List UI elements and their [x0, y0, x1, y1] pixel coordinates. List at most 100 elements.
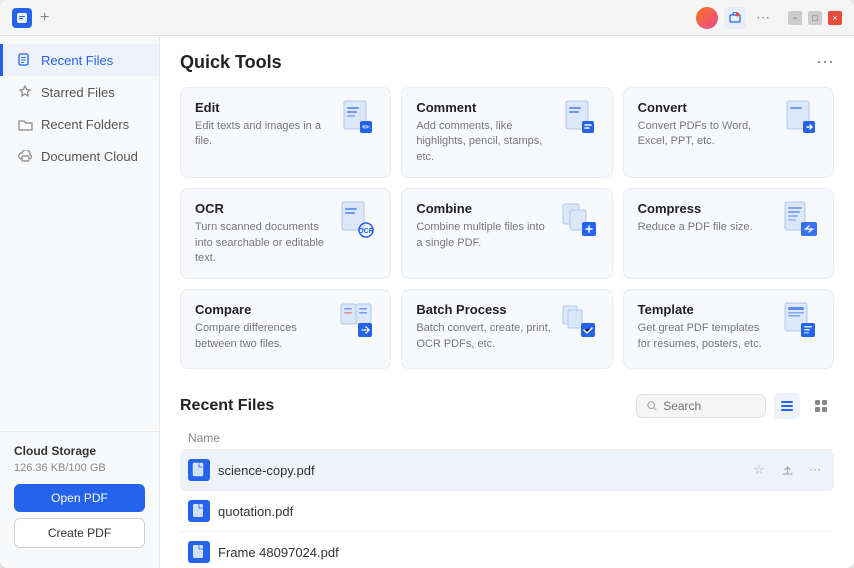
file-icon	[188, 541, 210, 563]
window-controls: − □ ×	[788, 11, 842, 25]
tool-ocr-name: OCR	[195, 201, 332, 216]
tool-edit-icon: ✏	[340, 100, 376, 136]
recent-files-icon	[17, 52, 33, 68]
open-pdf-button[interactable]: Open PDF	[14, 484, 145, 512]
list-view-button[interactable]	[774, 393, 800, 419]
tool-comment[interactable]: Comment Add comments, like highlights, p…	[401, 87, 612, 178]
tool-batch-process[interactable]: Batch Process Batch convert, create, pri…	[401, 289, 612, 369]
tool-compress-name: Compress	[638, 201, 775, 216]
file-name: Frame 48097024.pdf	[218, 545, 826, 560]
file-icon	[188, 459, 210, 481]
tool-comment-desc: Add comments, like highlights, pencil, s…	[416, 119, 553, 165]
svg-text:✏: ✏	[363, 122, 371, 132]
tool-ocr-desc: Turn scanned documents into searchable o…	[195, 220, 332, 266]
upload-file-button[interactable]	[776, 459, 798, 481]
grid-view-button[interactable]	[808, 393, 834, 419]
tool-compare-info: Compare Compare differences between two …	[195, 302, 332, 352]
table-row[interactable]: quotation.pdf	[180, 491, 834, 532]
file-actions: ☆ ⋯	[748, 459, 826, 481]
notification-icon[interactable]	[724, 7, 746, 29]
tool-ocr-icon: OCR	[340, 201, 376, 237]
main-layout: Recent Files Starred Files Recent Folder…	[0, 36, 854, 568]
content-area: Quick Tools ⋯ Edit Edit texts and images…	[160, 36, 854, 568]
quick-tools-more-button[interactable]: ⋯	[816, 52, 834, 73]
tool-convert-desc: Convert PDFs to Word, Excel, PPT, etc.	[638, 119, 775, 150]
maximize-button[interactable]: □	[808, 11, 822, 25]
tool-edit-info: Edit Edit texts and images in a file.	[195, 100, 332, 150]
search-box[interactable]	[636, 394, 766, 418]
sidebar-item-starred-files-label: Starred Files	[41, 85, 115, 100]
create-pdf-button[interactable]: Create PDF	[14, 518, 145, 548]
recent-files-header: Recent Files	[180, 393, 834, 419]
sidebar-item-document-cloud-label: Document Cloud	[41, 149, 138, 164]
sidebar-item-starred-files[interactable]: Starred Files	[0, 76, 159, 108]
tool-comment-name: Comment	[416, 100, 553, 115]
close-button[interactable]: ×	[828, 11, 842, 25]
tool-ocr-info: OCR Turn scanned documents into searchab…	[195, 201, 332, 266]
titlebar-menu-button[interactable]: ⋯	[752, 9, 774, 26]
recent-folders-icon	[17, 116, 33, 132]
tool-comment-info: Comment Add comments, like highlights, p…	[416, 100, 553, 165]
tool-template[interactable]: Template Get great PDF templates for res…	[623, 289, 834, 369]
sidebar: Recent Files Starred Files Recent Folder…	[0, 36, 160, 568]
titlebar-right: ⋯ − □ ×	[696, 7, 842, 29]
tool-compare[interactable]: Compare Compare differences between two …	[180, 289, 391, 369]
tool-template-info: Template Get great PDF templates for res…	[638, 302, 775, 352]
tool-compress[interactable]: Compress Reduce a PDF file size.	[623, 188, 834, 279]
quick-tools-header: Quick Tools ⋯	[180, 52, 834, 73]
files-column-header: Name	[180, 427, 834, 450]
sidebar-item-recent-folders[interactable]: Recent Folders	[0, 108, 159, 140]
sidebar-item-recent-files-label: Recent Files	[41, 53, 113, 68]
titlebar-left: +	[12, 8, 696, 28]
tool-combine-name: Combine	[416, 201, 553, 216]
tools-grid: Edit Edit texts and images in a file. ✏ …	[180, 87, 834, 369]
tool-batch-process-icon	[562, 302, 598, 338]
file-icon	[188, 500, 210, 522]
svg-text:OCR: OCR	[359, 228, 375, 235]
tool-template-icon	[783, 302, 819, 338]
tool-compare-icon	[340, 302, 376, 338]
table-row[interactable]: science-copy.pdf ☆ ⋯	[180, 450, 834, 491]
tool-ocr[interactable]: OCR Turn scanned documents into searchab…	[180, 188, 391, 279]
tool-compress-icon	[783, 201, 819, 237]
tool-edit-desc: Edit texts and images in a file.	[195, 119, 332, 150]
starred-files-icon	[17, 84, 33, 100]
tool-comment-icon	[562, 100, 598, 136]
tool-compare-name: Compare	[195, 302, 332, 317]
search-input[interactable]	[663, 399, 755, 413]
new-tab-button[interactable]: +	[40, 9, 49, 27]
app-icon	[12, 8, 32, 28]
tool-template-desc: Get great PDF templates for resumes, pos…	[638, 321, 775, 352]
tool-batch-process-name: Batch Process	[416, 302, 553, 317]
tool-combine-desc: Combine multiple files into a single PDF…	[416, 220, 553, 251]
tool-template-name: Template	[638, 302, 775, 317]
user-avatar[interactable]	[696, 7, 718, 29]
cloud-storage-section: Cloud Storage 126.36 KB/100 GB Open PDF …	[0, 431, 159, 560]
tool-batch-process-desc: Batch convert, create, print, OCR PDFs, …	[416, 321, 553, 352]
titlebar: + ⋯ − □ ×	[0, 0, 854, 36]
sidebar-item-recent-folders-label: Recent Folders	[41, 117, 129, 132]
more-file-button[interactable]: ⋯	[804, 459, 826, 481]
minimize-button[interactable]: −	[788, 11, 802, 25]
tool-batch-process-info: Batch Process Batch convert, create, pri…	[416, 302, 553, 352]
tool-combine[interactable]: Combine Combine multiple files into a si…	[401, 188, 612, 279]
cloud-storage-subtitle: 126.36 KB/100 GB	[14, 462, 145, 474]
sidebar-item-recent-files[interactable]: Recent Files	[0, 44, 159, 76]
file-name: quotation.pdf	[218, 504, 826, 519]
file-name: science-copy.pdf	[218, 463, 740, 478]
tool-compress-info: Compress Reduce a PDF file size.	[638, 201, 775, 235]
sidebar-item-document-cloud[interactable]: Document Cloud	[0, 140, 159, 172]
search-icon	[647, 400, 657, 412]
table-row[interactable]: Frame 48097024.pdf	[180, 532, 834, 568]
recent-files-title: Recent Files	[180, 397, 274, 415]
cloud-storage-title: Cloud Storage	[14, 444, 145, 458]
tool-combine-icon	[562, 201, 598, 237]
document-cloud-icon	[17, 148, 33, 164]
tool-compress-desc: Reduce a PDF file size.	[638, 220, 775, 235]
star-file-button[interactable]: ☆	[748, 459, 770, 481]
files-table: Name science-copy.pdf ☆ ⋯	[180, 427, 834, 568]
tool-convert-icon	[783, 100, 819, 136]
tool-convert-name: Convert	[638, 100, 775, 115]
tool-convert[interactable]: Convert Convert PDFs to Word, Excel, PPT…	[623, 87, 834, 178]
tool-edit[interactable]: Edit Edit texts and images in a file. ✏	[180, 87, 391, 178]
